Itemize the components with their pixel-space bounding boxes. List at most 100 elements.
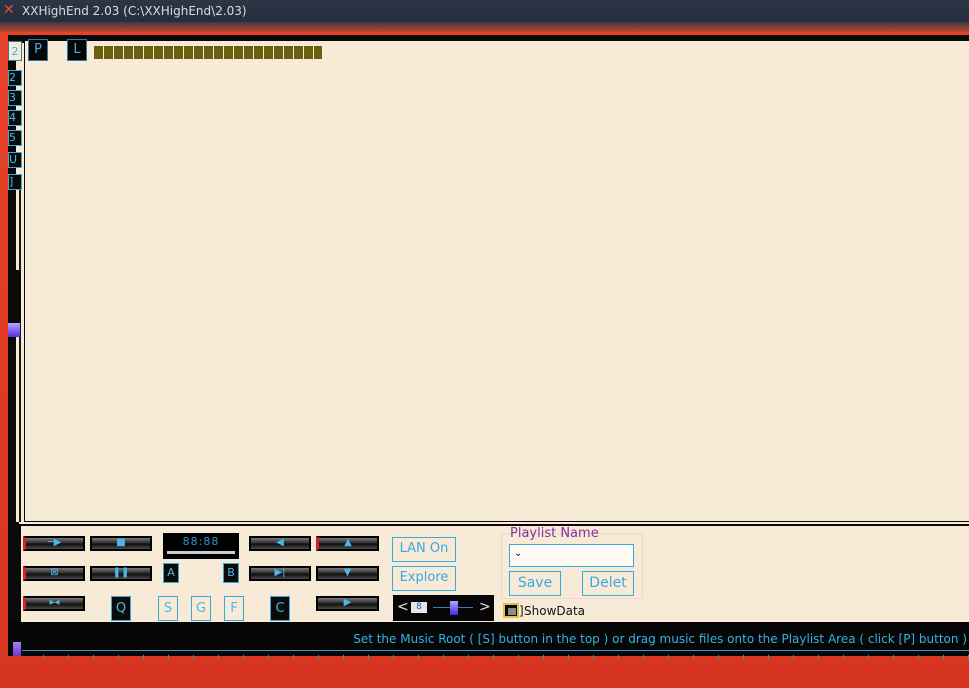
side-button-bracket[interactable]: ]: [8, 174, 22, 190]
delete-button[interactable]: Delet: [582, 571, 634, 596]
ruler-tick: [43, 655, 44, 659]
ruler-tick: [343, 655, 344, 659]
playlist-number-button[interactable]: 2: [8, 41, 22, 61]
volume-track[interactable]: [8, 270, 21, 325]
q-button[interactable]: Q: [111, 596, 131, 621]
f-button[interactable]: F: [224, 596, 244, 621]
pause-icon: ❚❚: [112, 567, 130, 578]
window-title: XXHighEnd 2.03 (C:\XXHighEnd\2.03): [22, 4, 247, 18]
playlist-p-button[interactable]: P: [28, 39, 48, 61]
s-button[interactable]: S: [158, 596, 178, 621]
ruler-tick: [443, 655, 444, 659]
ruler-tick: [693, 655, 694, 659]
title-shade: [0, 22, 969, 32]
next-button[interactable]: ▶|: [249, 566, 311, 581]
ruler-tick: [468, 655, 469, 659]
ruler-tick: [243, 655, 244, 659]
chevron-down-icon: ⌄: [514, 548, 523, 559]
close-playback-button[interactable]: ⊠: [23, 566, 85, 581]
side-button-2[interactable]: 2: [8, 70, 22, 86]
chevron-down-icon: ▼: [343, 567, 352, 578]
ruler-tick: [118, 655, 119, 659]
ruler-tick: [368, 655, 369, 659]
explore-button[interactable]: Explore: [392, 566, 456, 591]
playlist-name-select[interactable]: ⌄: [509, 544, 634, 567]
ruler-tick: [393, 655, 394, 659]
previous-button[interactable]: ◀: [249, 536, 311, 551]
move-down-button[interactable]: ▼: [316, 566, 379, 581]
ruler-tick: [543, 655, 544, 659]
ruler-tick: [668, 655, 669, 659]
ruler-tick: [793, 655, 794, 659]
ruler-tick: [293, 655, 294, 659]
ruler-tick: [718, 655, 719, 659]
title-bar: ✕ XXHighEnd 2.03 (C:\XXHighEnd\2.03): [0, 0, 969, 22]
ruler-tick: [193, 655, 194, 659]
side-button-4[interactable]: 4: [8, 110, 22, 126]
move-up-button[interactable]: ▲: [316, 536, 379, 551]
ruler-tick: [168, 655, 169, 659]
ruler-tick: [818, 655, 819, 659]
x-logo-icon: ✕: [3, 2, 15, 18]
ruler-tick: [568, 655, 569, 659]
previous-icon: ◀: [276, 537, 284, 548]
ruler-tick: [268, 655, 269, 659]
ruler-tick: [843, 655, 844, 659]
prev-page-button[interactable]: <: [397, 599, 409, 615]
ruler-tick: [418, 655, 419, 659]
ruler-tick: [318, 655, 319, 659]
show-data-checkbox[interactable]: [503, 603, 519, 618]
time-progress-bar: [167, 551, 235, 554]
side-button-5[interactable]: 5: [8, 130, 22, 146]
ruler-tick: [218, 655, 219, 659]
side-button-u[interactable]: U: [8, 152, 22, 168]
ruler-tick: [918, 655, 919, 659]
ruler-tick: [943, 655, 944, 659]
play-button[interactable]: ▶: [316, 596, 379, 611]
ruler-tick: [493, 655, 494, 659]
skip-back-button[interactable]: ▸◂: [23, 596, 85, 611]
page-number: 8: [411, 602, 427, 613]
ruler-tick: [743, 655, 744, 659]
divider: [19, 522, 969, 524]
bracket-glyph: ]: [519, 604, 524, 618]
side-button-3[interactable]: 3: [8, 90, 22, 106]
ruler-tick: [618, 655, 619, 659]
stop-button[interactable]: ■: [90, 536, 152, 551]
show-data-label: ShowData: [524, 604, 586, 618]
rewind-icon: ─▶: [47, 537, 62, 548]
playlist-area[interactable]: [25, 41, 969, 521]
playlist-name-label: Playlist Name: [510, 526, 599, 541]
playlist-slots-strip[interactable]: [94, 46, 322, 59]
playlist-l-button[interactable]: L: [67, 39, 87, 61]
lan-on-button[interactable]: LAN On: [392, 537, 456, 562]
page-slider-knob[interactable]: [450, 601, 458, 615]
ruler-tick: [593, 655, 594, 659]
time-display: 88:88: [163, 533, 239, 559]
seek-knob[interactable]: [13, 642, 21, 656]
skip-icon: ▸◂: [49, 597, 60, 608]
chevron-up-icon: ▲: [344, 537, 352, 548]
volume-slider-knob[interactable]: [8, 323, 20, 337]
time-digits: 88:88: [182, 535, 220, 548]
g-button[interactable]: G: [191, 596, 211, 621]
seek-ruler[interactable]: [22, 650, 969, 651]
ruler-tick: [768, 655, 769, 659]
ruler-tick: [143, 655, 144, 659]
scroll-track: [19, 180, 21, 523]
b-button[interactable]: B: [223, 563, 239, 583]
ruler-tick: [93, 655, 94, 659]
rewind-button[interactable]: ─▶: [23, 536, 85, 551]
c-button[interactable]: C: [270, 596, 290, 621]
a-button[interactable]: A: [163, 563, 179, 583]
save-button[interactable]: Save: [509, 571, 561, 596]
pause-button[interactable]: ❚❚: [90, 566, 152, 581]
next-page-button[interactable]: >: [479, 599, 491, 615]
ruler-tick: [518, 655, 519, 659]
next-icon: ▶|: [274, 567, 286, 578]
play-icon: ▶: [343, 597, 352, 608]
page-navigator[interactable]: < 8 >: [393, 595, 494, 621]
stop-icon: ■: [116, 537, 126, 548]
ruler-tick: [643, 655, 644, 659]
close-box-icon: ⊠: [50, 567, 59, 578]
